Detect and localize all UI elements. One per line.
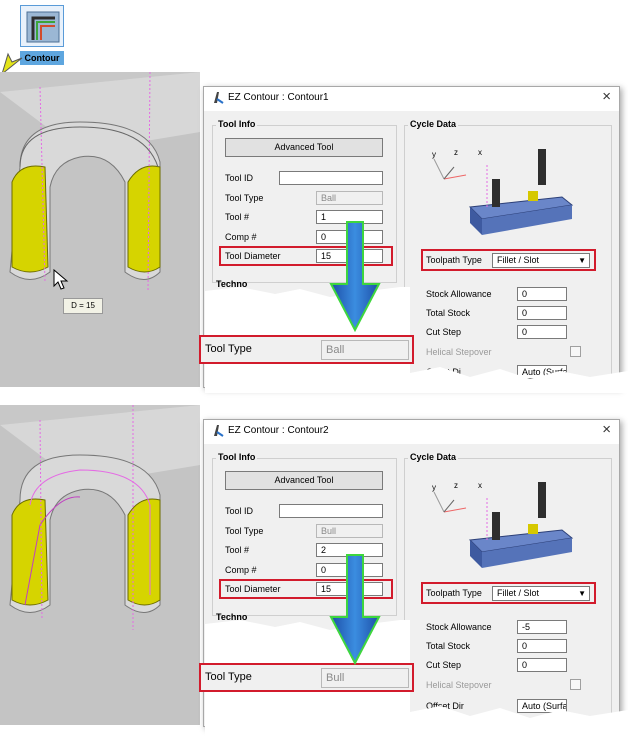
app-icon <box>214 425 224 437</box>
slot-diagram-icon: y z x <box>432 148 574 235</box>
advanced-tool-button[interactable]: Advanced Tool <box>225 138 383 157</box>
tool-id-field[interactable] <box>279 504 383 518</box>
contour-label: Contour <box>20 51 64 65</box>
svg-text:z: z <box>454 481 458 490</box>
cycle-data-title: Cycle Data <box>408 119 459 129</box>
close-icon[interactable]: × <box>602 88 611 105</box>
cycle-data-title: Cycle Data <box>408 452 459 462</box>
close-icon[interactable]: × <box>602 421 611 438</box>
tool-info-title: Tool Info <box>216 452 258 462</box>
svg-text:x: x <box>478 481 482 490</box>
callout-tool-type-field: Ball <box>321 340 409 360</box>
app-icon <box>214 92 224 104</box>
svg-text:z: z <box>454 148 458 157</box>
tool-type-label: Tool Type <box>225 193 264 203</box>
svg-text:x: x <box>478 148 482 157</box>
comp-number-label: Comp # <box>225 232 257 242</box>
callout-tool-type-label: Tool Type <box>205 343 252 355</box>
tool-diameter-label: Tool Diameter <box>225 251 281 261</box>
tool-id-field[interactable] <box>279 171 383 185</box>
tool-id-label: Tool ID <box>225 506 254 516</box>
torn-edge <box>205 287 628 393</box>
tool-type-field: Ball <box>316 191 383 205</box>
svg-text:y: y <box>432 483 436 492</box>
window-title: EZ Contour : Contour2 <box>228 425 329 436</box>
contour-icon <box>20 5 64 47</box>
callout-tool-type-label: Tool Type <box>205 671 252 683</box>
tool-type-label: Tool Type <box>225 526 264 536</box>
advanced-tool-button[interactable]: Advanced Tool <box>225 471 383 490</box>
tool-number-label: Tool # <box>225 545 250 555</box>
tool-type-callout: Tool Type Bull <box>199 663 414 692</box>
contour-toolbar-button[interactable]: Contour <box>20 5 64 65</box>
svg-text:y: y <box>432 150 436 159</box>
tool-id-label: Tool ID <box>225 173 254 183</box>
down-arrow-icon <box>329 221 381 332</box>
tool-diameter-label: Tool Diameter <box>225 584 281 594</box>
slot-diagram-icon: y z x <box>432 481 574 568</box>
tool-number-label: Tool # <box>225 212 250 222</box>
window-title: EZ Contour : Contour1 <box>228 92 329 103</box>
titlebar: EZ Contour : Contour1 × <box>204 87 619 111</box>
titlebar: EZ Contour : Contour2 × <box>204 420 619 444</box>
comp-number-label: Comp # <box>225 565 257 575</box>
callout-tool-type-field: Bull <box>321 668 409 688</box>
tool-info-title: Tool Info <box>216 119 258 129</box>
tool-type-field: Bull <box>316 524 383 538</box>
down-arrow-icon <box>329 554 381 665</box>
tool-type-callout: Tool Type Ball <box>199 335 414 364</box>
